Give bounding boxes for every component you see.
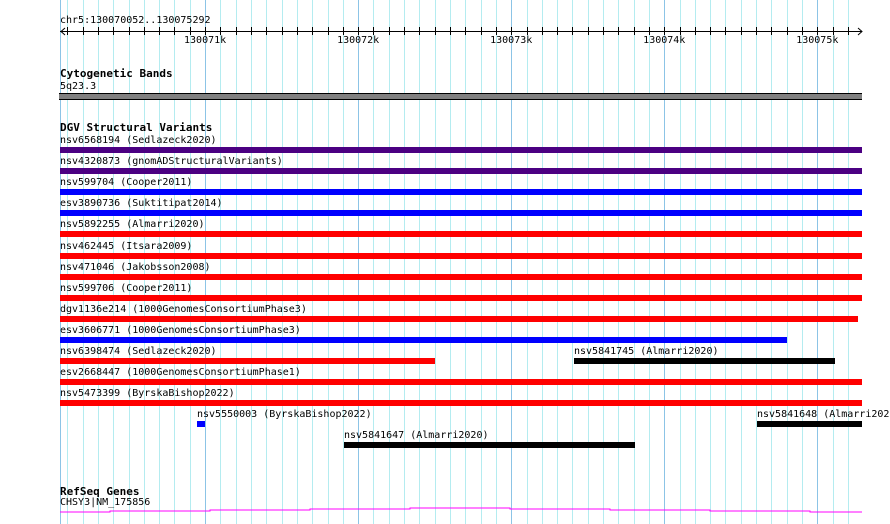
variant-label: dgv1136e214 (1000GenomesConsortiumPhase3… — [60, 303, 307, 315]
variant-label: nsv471046 (Jakobsson2008) — [60, 261, 211, 273]
ruler-tick-label: 130073k — [490, 35, 533, 46]
track-title-cytogenetic-bands: Cytogenetic Bands — [60, 67, 173, 80]
variant-bar[interactable] — [574, 358, 835, 364]
variant-bar[interactable] — [60, 315, 858, 322]
track-title-dgv-structural-variants: DGV Structural Variants — [60, 121, 213, 134]
ruler-tick-label: 130071k — [184, 35, 227, 46]
variant-label: nsv4320873 (gnomADStructuralVariants) — [60, 156, 283, 168]
variant-bar[interactable] — [60, 210, 862, 217]
variant-label: esv3890736 (Suktitipat2014) — [60, 198, 223, 210]
variant-bar[interactable] — [60, 147, 862, 153]
ruler-tick-label: 130072k — [337, 35, 380, 46]
variant-label: nsv5841647 (Almarri2020) — [344, 430, 489, 442]
variant-label: nsv5473399 (ByrskaBishop2022) — [60, 388, 235, 400]
variant-bar[interactable] — [60, 294, 862, 301]
variant-label: nsv599704 (Cooper2011) — [60, 177, 193, 189]
cytoband-label[interactable]: 5q23.3 — [60, 81, 96, 92]
variant-label: nsv6398474 (Sedlazeck2020) — [60, 346, 217, 357]
variant-label: esv3606771 (1000GenomesConsortiumPhase3) — [60, 324, 301, 336]
variant-label: nsv5550003 (ByrskaBishop2022) — [197, 409, 372, 421]
variant-bar[interactable] — [60, 358, 435, 364]
variant-label: nsv599706 (Cooper2011) — [60, 282, 193, 294]
variant-label: nsv5841648 (Almarri2020) — [757, 409, 890, 421]
location-label: chr5:130070052..130075292 — [60, 15, 211, 26]
variant-label: esv2668447 (1000GenomesConsortiumPhase1) — [60, 367, 301, 379]
cytoband-bar[interactable] — [59, 93, 862, 100]
variant-bar[interactable] — [60, 336, 787, 343]
variant-bar[interactable] — [197, 421, 205, 428]
ruler-tick-label: 130075k — [796, 35, 839, 46]
variant-bar[interactable] — [60, 231, 862, 238]
variant-bar[interactable] — [60, 252, 862, 259]
variant-bar[interactable] — [344, 442, 635, 449]
variant-label: nsv6568194 (Sedlazeck2020) — [60, 135, 217, 146]
variant-bar[interactable] — [60, 400, 862, 407]
variant-bar[interactable] — [60, 168, 862, 175]
gene-model[interactable] — [0, 505, 890, 519]
variant-label: nsv462445 (Itsara2009) — [60, 240, 193, 252]
variant-label: nsv5892255 (Almarri2020) — [60, 219, 205, 231]
variant-bar[interactable] — [60, 379, 862, 386]
variant-bar[interactable] — [757, 421, 862, 428]
variant-bar[interactable] — [60, 189, 862, 196]
variant-bar[interactable] — [60, 273, 862, 280]
ruler-tick-label: 130074k — [643, 35, 686, 46]
variant-label: nsv5841745 (Almarri2020) — [574, 346, 719, 357]
gene-line[interactable] — [60, 507, 862, 513]
